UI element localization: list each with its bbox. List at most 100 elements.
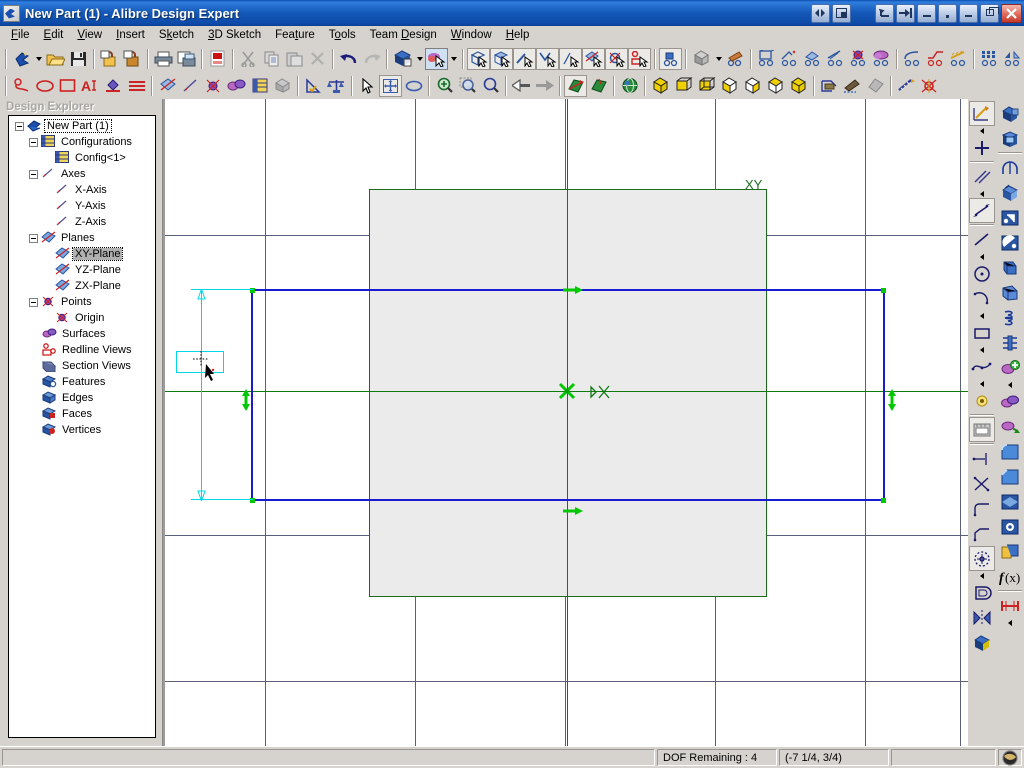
menu-feature[interactable]: Feature <box>268 27 322 43</box>
tree-item-axes[interactable]: Axes <box>9 166 155 182</box>
loft-cut-icon[interactable] <box>997 280 1023 305</box>
new-part-icon[interactable] <box>10 48 33 70</box>
extrude-boss-icon[interactable] <box>755 48 778 70</box>
copy-icon[interactable] <box>260 48 283 70</box>
expander-minus-icon[interactable] <box>29 297 38 307</box>
select-axis-icon[interactable] <box>605 47 628 70</box>
tree-item-section-views[interactable]: Section Views <box>9 358 155 374</box>
project-sketch-icon[interactable] <box>969 630 995 655</box>
flyout-arrow-8[interactable] <box>997 380 1023 389</box>
sweep-cut-icon[interactable] <box>997 255 1023 280</box>
line-tool-icon[interactable] <box>969 227 995 252</box>
offset-sketch-icon[interactable] <box>969 580 995 605</box>
sketch-canvas[interactable]: XY <box>165 99 968 746</box>
pin-window-button[interactable] <box>896 3 915 23</box>
surface-icon[interactable] <box>225 75 248 97</box>
paste-icon[interactable] <box>283 48 306 70</box>
select-part-icon[interactable] <box>467 47 490 70</box>
flyout-arrow-6[interactable] <box>969 379 995 388</box>
select-edge-icon[interactable] <box>513 47 536 70</box>
surface-offset-icon[interactable] <box>997 414 1023 439</box>
redline-icon[interactable] <box>841 75 864 97</box>
view-top-icon[interactable] <box>764 75 787 97</box>
select-vertex-icon[interactable] <box>536 47 559 70</box>
tree-item-vertices[interactable]: Vertices <box>9 422 155 438</box>
pattern-feature-icon[interactable] <box>997 539 1023 564</box>
helical-boss-icon[interactable] <box>997 305 1023 330</box>
menu-sketch[interactable]: Sketch <box>152 27 201 43</box>
dot-button[interactable] <box>938 3 957 23</box>
redo-icon[interactable] <box>360 48 383 70</box>
sweep-boss-icon[interactable] <box>997 155 1023 180</box>
tree-item-zx-plane[interactable]: ZX-Plane <box>9 278 155 294</box>
fillet-icon[interactable] <box>901 48 924 70</box>
tree-item-configurations[interactable]: Configurations <box>9 134 155 150</box>
mdi-minimize-left-button[interactable] <box>832 3 851 23</box>
vertical-constraint-left-icon[interactable] <box>241 389 251 411</box>
surface-feature-icon[interactable] <box>997 389 1023 414</box>
revolve-boss-icon[interactable] <box>997 126 1023 151</box>
revolve-cut-icon[interactable] <box>870 48 893 70</box>
sketch-mode-icon[interactable] <box>969 101 995 126</box>
sketch-vertex-top-right[interactable] <box>881 288 886 293</box>
extrude-cut-icon[interactable] <box>847 48 870 70</box>
view-left-icon[interactable] <box>718 75 741 97</box>
export-pdf-icon[interactable] <box>206 48 229 70</box>
point-icon[interactable] <box>202 75 225 97</box>
sketch-rectangle-icon[interactable] <box>56 75 79 97</box>
loft-boss-icon[interactable] <box>997 180 1023 205</box>
helical-cut-icon[interactable] <box>997 330 1023 355</box>
tree-item-x-axis[interactable]: X-Axis <box>9 182 155 198</box>
chamfer-feature-icon[interactable] <box>997 464 1023 489</box>
menu-window[interactable]: Window <box>444 27 499 43</box>
config-icon[interactable] <box>248 75 271 97</box>
tree-item-surfaces[interactable]: Surfaces <box>9 326 155 342</box>
zoom-window-icon[interactable] <box>456 75 479 97</box>
plane-icon[interactable] <box>156 75 179 97</box>
sketch-fill-icon[interactable] <box>102 75 125 97</box>
menu-edit[interactable]: Edit <box>37 27 71 43</box>
tree-item-origin[interactable]: Origin <box>9 310 155 326</box>
close-button[interactable] <box>1001 3 1022 23</box>
check-out-icon[interactable] <box>98 48 121 70</box>
rotate-tool-icon[interactable] <box>402 75 425 97</box>
check-in-icon[interactable] <box>121 48 144 70</box>
chamfer-sketch-icon[interactable] <box>969 521 995 546</box>
tree-item-edges[interactable]: Edges <box>9 390 155 406</box>
undo-window-button[interactable] <box>875 3 894 23</box>
select-plane-icon[interactable] <box>582 47 605 70</box>
open-icon[interactable] <box>44 48 67 70</box>
view-orientation-icon[interactable] <box>391 48 414 70</box>
cut-icon[interactable] <box>237 48 260 70</box>
undo-icon[interactable] <box>337 48 360 70</box>
constraint-icon[interactable] <box>325 75 348 97</box>
mirror-sketch-icon[interactable] <box>969 605 995 630</box>
measure-icon[interactable] <box>895 75 918 97</box>
intersect-icon[interactable] <box>969 471 995 496</box>
select-point-icon[interactable] <box>559 47 582 70</box>
extrude-cut-icon[interactable] <box>997 205 1023 230</box>
reference-point-icon[interactable] <box>969 388 995 413</box>
pan-tool-icon[interactable] <box>379 74 402 97</box>
axis-icon[interactable] <box>179 75 202 97</box>
flyout-arrow-5[interactable] <box>969 345 995 354</box>
select-sketch-icon[interactable] <box>628 47 651 70</box>
coincident-constraint-icon[interactable] <box>589 383 611 401</box>
color-properties-icon[interactable] <box>724 48 747 70</box>
view-right-icon[interactable] <box>741 75 764 97</box>
tree-item-planes[interactable]: Planes <box>9 230 155 246</box>
analyze-icon[interactable] <box>918 75 941 97</box>
vertical-constraint-right-icon[interactable] <box>887 389 897 411</box>
fillet-sketch-icon[interactable] <box>969 496 995 521</box>
expander-minus-icon[interactable] <box>29 169 38 179</box>
revolve-cut-icon[interactable] <box>997 230 1023 255</box>
menu-view[interactable]: View <box>70 27 109 43</box>
tree-item-yz-plane[interactable]: YZ-Plane <box>9 262 155 278</box>
tree-item-config1[interactable]: Config<1> <box>9 150 155 166</box>
menu-file[interactable]: File <box>4 27 37 43</box>
sketch-plane-icon[interactable] <box>587 75 610 97</box>
dimension-tool-icon[interactable] <box>969 198 995 223</box>
previous-view-icon[interactable] <box>510 75 533 97</box>
select-tool-icon[interactable] <box>356 75 379 97</box>
spline-tool-icon[interactable] <box>969 354 995 379</box>
